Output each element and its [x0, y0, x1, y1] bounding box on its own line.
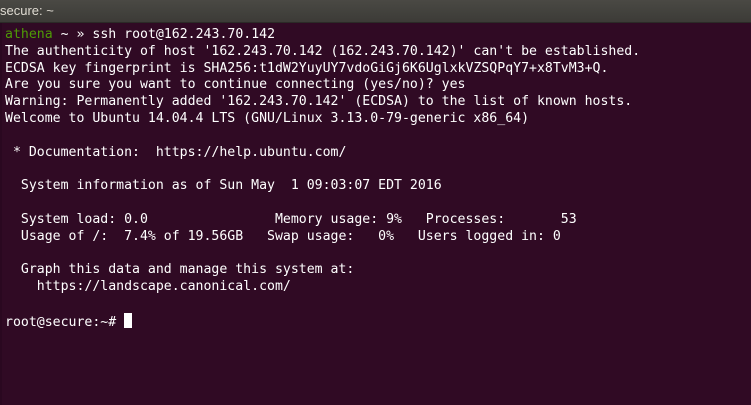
active-prompt-line[interactable]: root@secure:~#: [5, 312, 751, 330]
command-text: ssh root@162.243.70.142: [92, 27, 276, 42]
window-title: secure: ~: [0, 3, 54, 18]
title-bar[interactable]: secure: ~: [0, 0, 751, 23]
output-line: System load: 0.0 Memory usage: 9% Proces…: [5, 211, 577, 227]
output-line: * Documentation: https://help.ubuntu.com…: [5, 144, 347, 160]
output-line: The authenticity of host '162.243.70.142…: [5, 43, 641, 59]
output-line: ECDSA key fingerprint is SHA256:t1dW2Yuy…: [5, 60, 609, 76]
output-line: System information as of Sun May 1 09:03…: [5, 178, 442, 194]
output-line: https://landscape.canonical.com/: [5, 278, 291, 294]
output-line: Warning: Permanently added '162.243.70.1…: [5, 94, 633, 110]
root-prompt: root@secure:~#: [5, 314, 125, 330]
terminal-window: secure: ~ athena ~ » ssh root@162.243.70…: [0, 0, 751, 405]
output-line: Graph this data and manage this system a…: [5, 262, 355, 278]
terminal-output[interactable]: athena ~ » ssh root@162.243.70.142 The a…: [0, 27, 751, 405]
output-line: Welcome to Ubuntu 14.04.4 LTS (GNU/Linux…: [5, 110, 530, 126]
prompt-line: athena ~ » ssh root@162.243.70.142: [5, 27, 751, 44]
output-line: Are you sure you want to continue connec…: [5, 77, 466, 93]
prompt-arrow: »: [76, 27, 85, 42]
output-line: Usage of /: 7.4% of 19.56GB Swap usage: …: [5, 228, 561, 244]
prompt-path: ~: [60, 27, 69, 42]
prompt-host: athena: [5, 27, 53, 42]
text-cursor: [124, 312, 133, 328]
